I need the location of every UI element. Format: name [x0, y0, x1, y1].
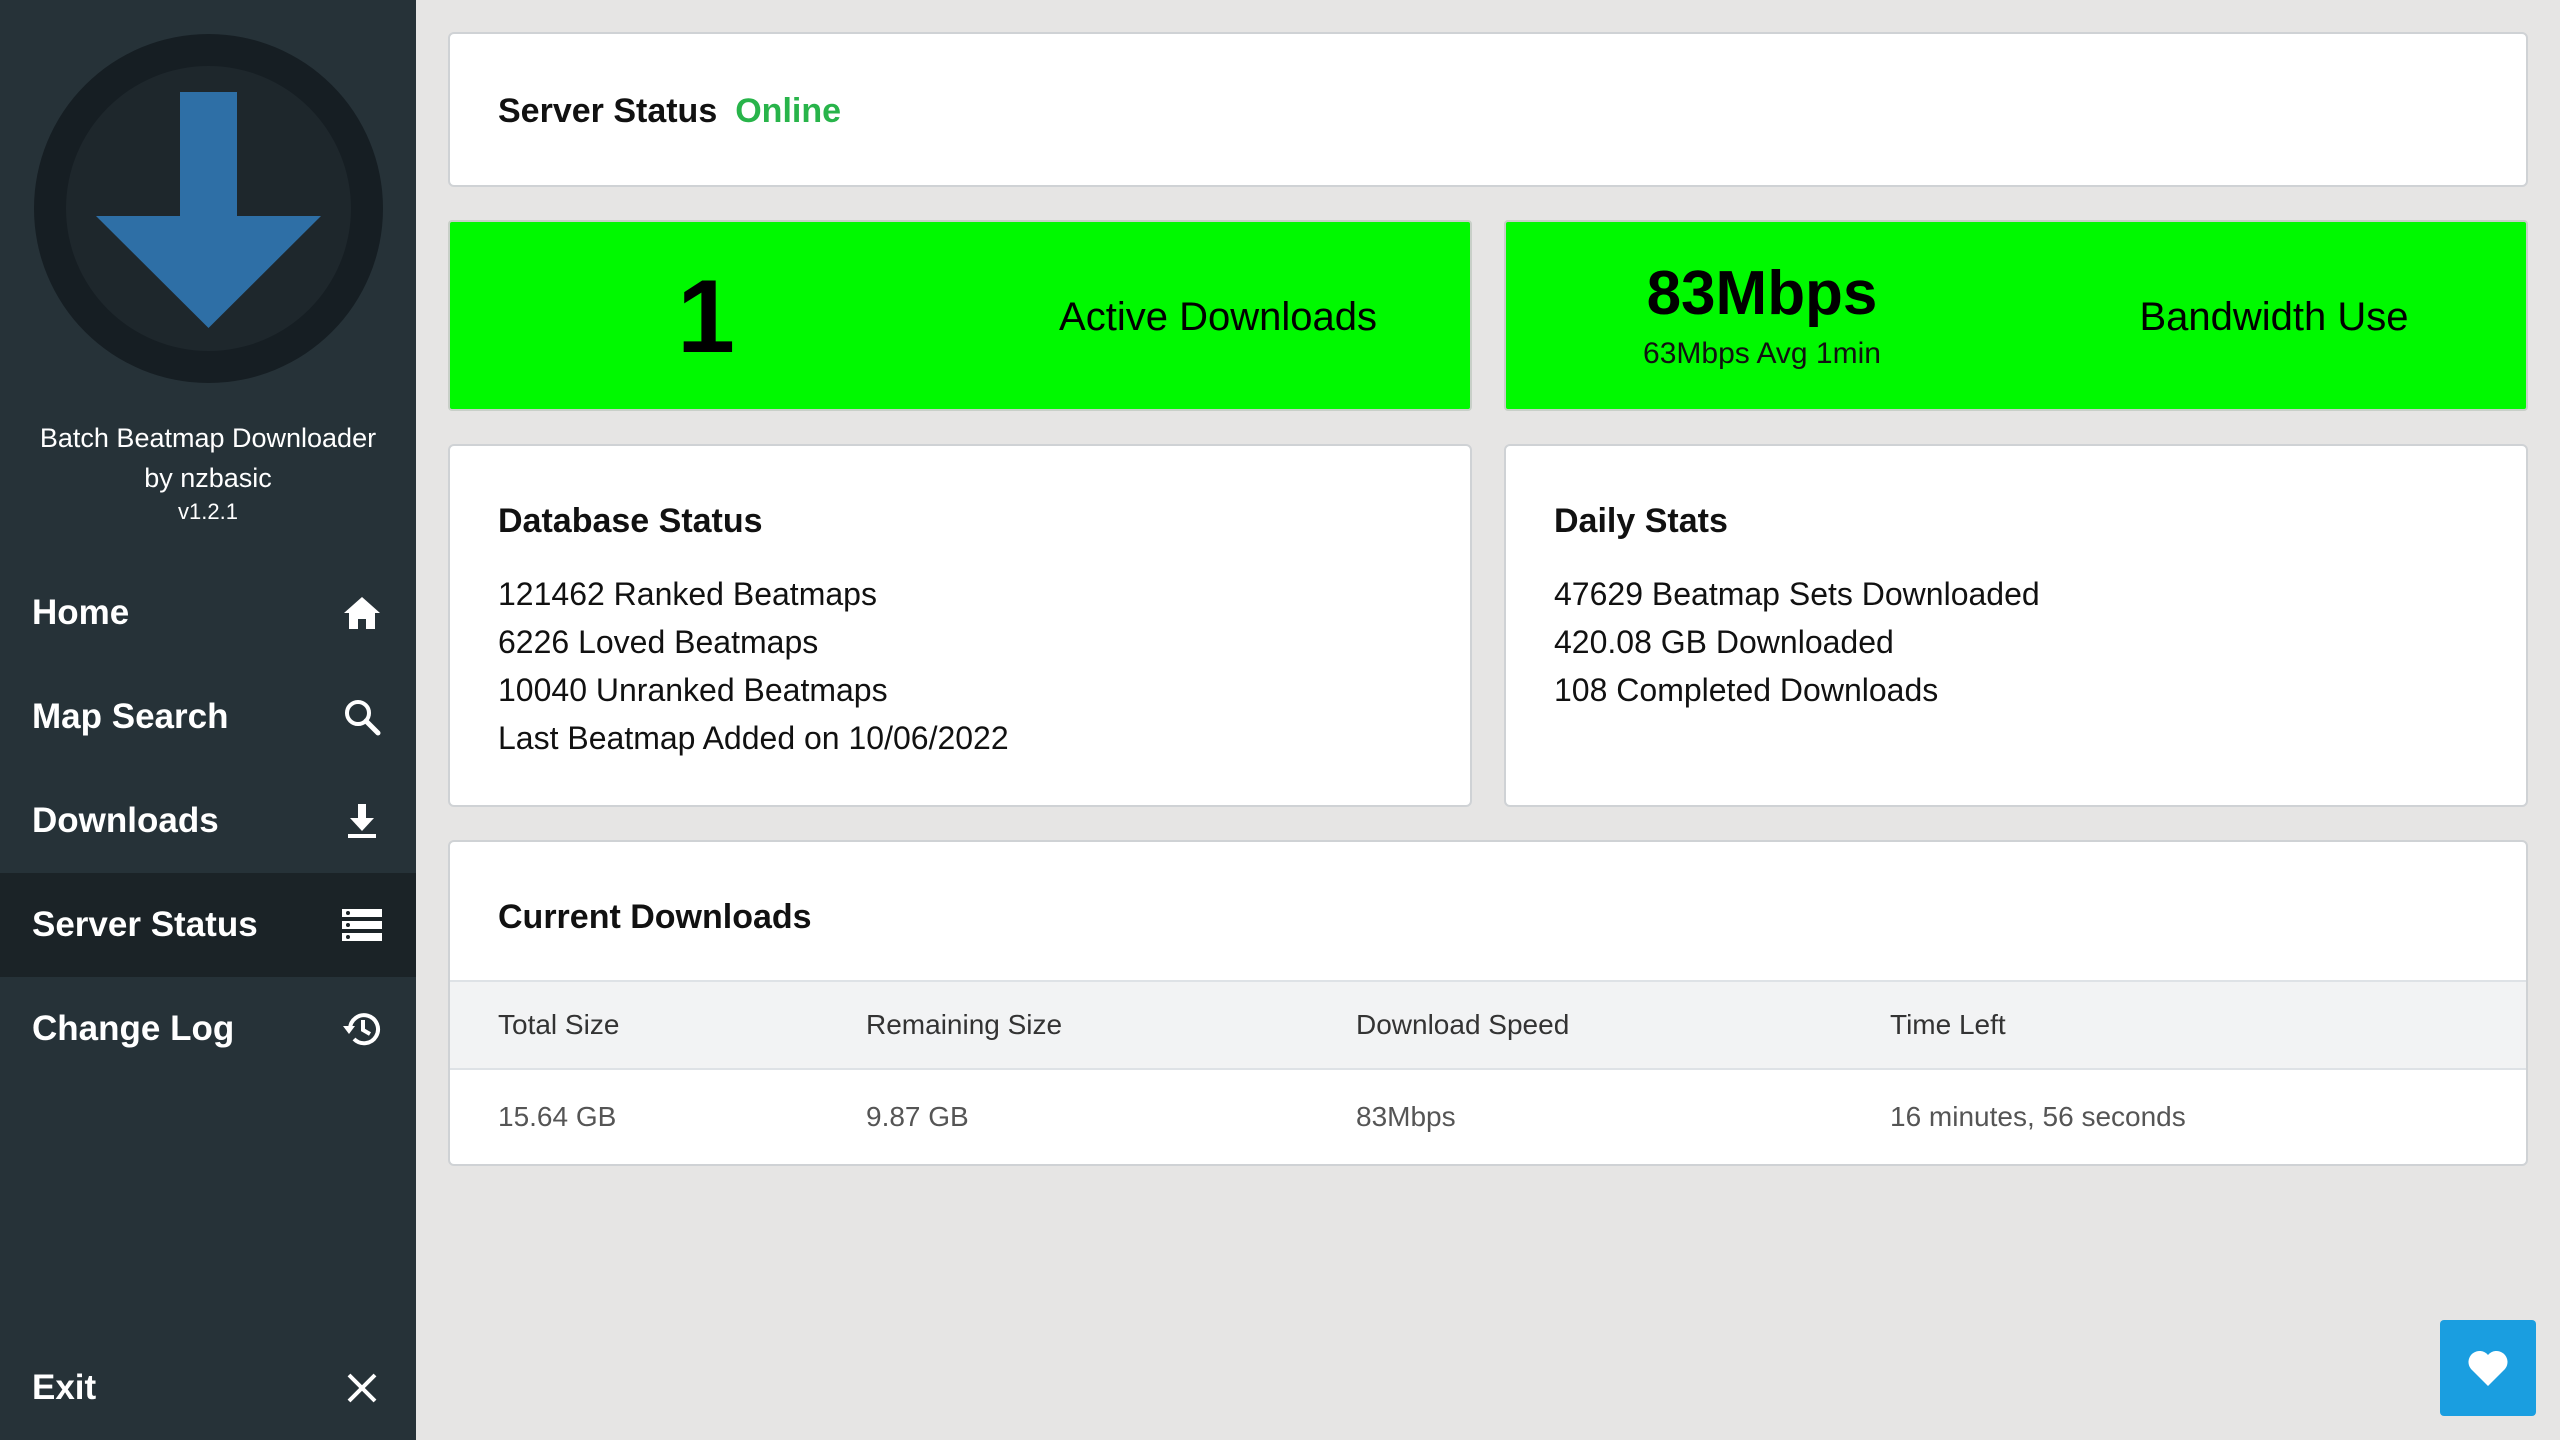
server-icon [340, 903, 384, 947]
list-item: 108 Completed Downloads [1554, 672, 1939, 708]
server-status-label: Server Status [498, 92, 718, 130]
nav-label: Downloads [32, 801, 219, 840]
home-icon [340, 591, 384, 635]
list-item: 121462 Ranked Beatmaps [498, 576, 877, 612]
list-item: Last Beatmap Added on 10/06/2022 [498, 720, 1009, 756]
database-status-card: Database Status 121462 Ranked Beatmaps 6… [448, 444, 1472, 807]
app-version: v1.2.1 [178, 499, 238, 524]
app-author: by nzbasic [144, 463, 272, 493]
nav-item-map-search[interactable]: Map Search [0, 665, 416, 769]
table-cell: 16 minutes, 56 seconds [1890, 1101, 2186, 1132]
download-icon [340, 799, 384, 843]
support-button[interactable] [2440, 1320, 2536, 1416]
nav-label: Home [32, 593, 130, 632]
nav-label: Change Log [32, 1009, 235, 1048]
bandwidth-label: Bandwidth Use [2139, 295, 2409, 339]
nav-item-server-status[interactable]: Server Status [0, 873, 416, 977]
nav-label: Exit [32, 1368, 97, 1407]
column-header-total-size: Total Size [498, 1009, 620, 1040]
nav-label: Server Status [32, 905, 258, 944]
nav-item-downloads[interactable]: Downloads [0, 769, 416, 873]
table-row: 15.64 GB 9.87 GB 83Mbps 16 minutes, 56 s… [450, 1070, 2526, 1164]
column-header-time-left: Time Left [1890, 1009, 2006, 1040]
nav-item-exit[interactable]: Exit [0, 1336, 416, 1440]
current-downloads-card: Current Downloads Total Size Remaining S… [448, 840, 2528, 1166]
table-header: Total Size Remaining Size Download Speed… [450, 980, 2526, 1070]
daily-stats-card: Daily Stats 47629 Beatmap Sets Downloade… [1504, 444, 2528, 807]
column-header-download-speed: Download Speed [1356, 1009, 1570, 1040]
server-status-card: Server Status Online [448, 32, 2528, 187]
download-arrow-logo-icon [96, 92, 321, 328]
app-name-line1: Batch Beatmap Downloader [39, 423, 377, 453]
list-item: 420.08 GB Downloaded [1554, 624, 1894, 660]
active-downloads-label: Active Downloads [1059, 295, 1377, 339]
close-icon [340, 1366, 384, 1410]
column-header-remaining-size: Remaining Size [866, 1009, 1063, 1040]
history-icon [340, 1007, 384, 1051]
app-name: Batch Beatmap Downloader by nzbasic [0, 418, 416, 498]
search-icon [340, 695, 384, 739]
bandwidth-card: 83Mbps 63Mbps Avg 1min Bandwidth Use [1504, 220, 2528, 411]
nav-item-home[interactable]: Home [0, 561, 416, 665]
table-cell: 9.87 GB [866, 1101, 969, 1132]
sidebar: Batch Beatmap Downloader by nzbasic v1.2… [0, 0, 416, 1440]
heart-icon [2468, 1350, 2508, 1386]
table-cell: 83Mbps [1356, 1101, 1456, 1132]
current-downloads-title: Current Downloads [498, 898, 812, 936]
database-status-title: Database Status [498, 502, 763, 540]
active-downloads-card: 1 Active Downloads [448, 220, 1472, 411]
app-window: Batch Beatmap Downloader by nzbasic v1.2… [0, 0, 2560, 1440]
app-logo [34, 34, 383, 383]
bandwidth-average: 63Mbps Avg 1min [1643, 337, 1881, 370]
list-item: 47629 Beatmap Sets Downloaded [1554, 576, 2040, 612]
table-cell: 15.64 GB [498, 1101, 617, 1132]
database-status-list: 121462 Ranked Beatmaps 6226 Loved Beatma… [498, 570, 1009, 762]
daily-stats-title: Daily Stats [1554, 502, 1728, 540]
list-item: 10040 Unranked Beatmaps [498, 672, 888, 708]
list-item: 6226 Loved Beatmaps [498, 624, 819, 660]
server-status-value: Online [735, 92, 842, 130]
daily-stats-list: 47629 Beatmap Sets Downloaded 420.08 GB … [1554, 570, 2040, 714]
nav-item-change-log[interactable]: Change Log [0, 977, 416, 1081]
active-downloads-count: 1 [677, 259, 735, 375]
nav-label: Map Search [32, 697, 229, 736]
bandwidth-current: 83Mbps [1646, 259, 1878, 328]
